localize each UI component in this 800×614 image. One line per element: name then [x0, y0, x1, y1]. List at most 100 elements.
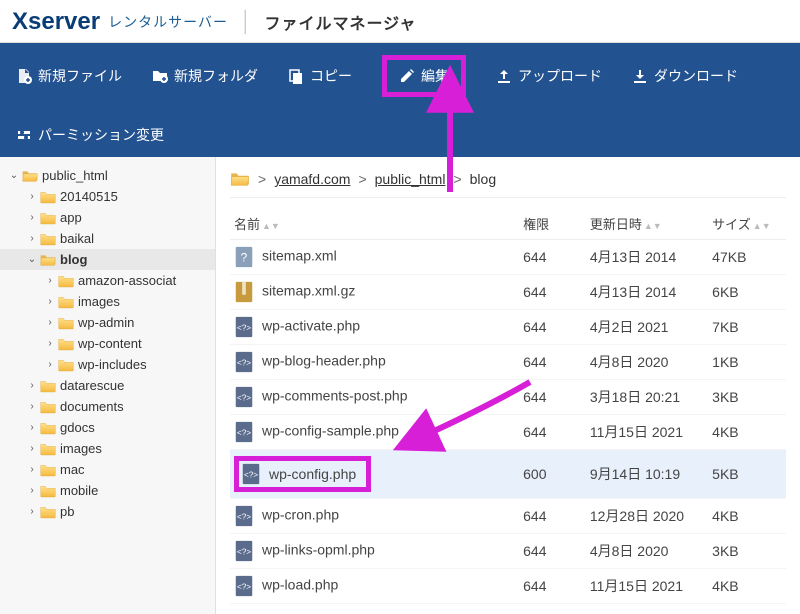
tree-item-images[interactable]: ›images — [0, 438, 215, 459]
file-name: wp-blog-header.php — [262, 353, 386, 369]
edit-button[interactable]: 編集 — [382, 55, 466, 97]
table-row[interactable]: wp-links-opml.php6444月8日 20203KB — [230, 534, 786, 569]
breadcrumb-root-icon[interactable] — [230, 171, 250, 187]
chevron-icon: › — [26, 401, 38, 412]
download-button[interactable]: ダウンロード — [632, 66, 738, 86]
chevron-icon: ⌄ — [26, 254, 38, 265]
cell-perm: 644 — [519, 240, 586, 275]
file-name: sitemap.xml.gz — [262, 283, 355, 299]
table-row[interactable]: wp-cron.php64412月28日 20204KB — [230, 499, 786, 534]
cell-size: 6KB — [708, 275, 786, 310]
tree-item-blog[interactable]: ⌄blog — [0, 249, 215, 270]
cell-date: 9月14日 10:19 — [586, 450, 708, 499]
cell-perm: 644 — [519, 380, 586, 415]
tree-item-pb[interactable]: ›pb — [0, 501, 215, 522]
file-name: wp-config.php — [269, 466, 356, 482]
chevron-icon: › — [26, 233, 38, 244]
copy-label: コピー — [310, 66, 352, 86]
tree-item-images[interactable]: ›images — [0, 291, 215, 312]
tree-item-mobile[interactable]: ›mobile — [0, 480, 215, 501]
folder-icon — [58, 316, 74, 330]
folder-icon — [58, 337, 74, 351]
breadcrumb-link-1[interactable]: public_html — [375, 171, 446, 187]
cell-name: sitemap.xml.gz — [230, 275, 519, 310]
cell-size: 3KB — [708, 380, 786, 415]
tree-item-label: 20140515 — [60, 189, 118, 204]
copy-button[interactable]: コピー — [288, 66, 352, 86]
cell-date: 4月13日 2014 — [586, 275, 708, 310]
folder-icon — [58, 358, 74, 372]
folder-icon — [40, 190, 56, 204]
tree-item-mac[interactable]: ›mac — [0, 459, 215, 480]
download-icon — [632, 68, 648, 84]
table-row[interactable]: sitemap.xml.gz6444月13日 20146KB — [230, 275, 786, 310]
table-row[interactable]: wp-config-sample.php64411月15日 20214KB — [230, 415, 786, 450]
file-name: wp-links-opml.php — [262, 542, 375, 558]
cell-perm: 644 — [519, 415, 586, 450]
tree-item-label: mac — [60, 462, 85, 477]
chevron-icon: › — [26, 422, 38, 433]
cell-perm: 644 — [519, 499, 586, 534]
file-icon — [234, 246, 254, 268]
download-label: ダウンロード — [654, 66, 738, 86]
table-row[interactable]: sitemap.xml6444月13日 201447KB — [230, 240, 786, 275]
file-name: wp-cron.php — [262, 507, 339, 523]
file-icon — [241, 463, 261, 485]
table-row[interactable]: wp-blog-header.php6444月8日 20201KB — [230, 345, 786, 380]
cell-name: sitemap.xml — [230, 240, 519, 275]
file-icon — [234, 351, 254, 373]
cell-name: wp-activate.php — [230, 310, 519, 345]
upload-button[interactable]: アップロード — [496, 66, 602, 86]
tree-item-label: public_html — [42, 168, 108, 183]
permission-button[interactable]: パーミッション変更 — [16, 125, 784, 145]
tree-item-baikal[interactable]: ›baikal — [0, 228, 215, 249]
tree-item-public_html[interactable]: ⌄public_html — [0, 165, 215, 186]
breadcrumb-link-0[interactable]: yamafd.com — [274, 171, 350, 187]
tree-item-20140515[interactable]: › 20140515 — [0, 186, 215, 207]
file-table: 名前▲▼ 権限 更新日時▲▼ サイズ▲▼ sitemap.xml6444月13日… — [230, 208, 786, 604]
breadcrumb-sep: > — [258, 171, 266, 187]
new-file-icon — [16, 68, 32, 84]
new-file-button[interactable]: 新規ファイル — [16, 66, 122, 86]
col-name[interactable]: 名前▲▼ — [230, 208, 519, 240]
cell-perm: 644 — [519, 534, 586, 569]
col-size[interactable]: サイズ▲▼ — [708, 208, 786, 240]
tree-item-amazon-associat[interactable]: ›amazon-associat — [0, 270, 215, 291]
folder-icon — [58, 295, 74, 309]
table-row[interactable]: wp-activate.php6444月2日 20217KB — [230, 310, 786, 345]
tree-item-label: wp-content — [78, 336, 142, 351]
chevron-icon: › — [26, 191, 38, 202]
folder-icon — [40, 211, 56, 225]
chevron-icon: › — [44, 275, 56, 286]
table-row[interactable]: wp-config.php6009月14日 10:195KB — [230, 450, 786, 499]
file-name: wp-load.php — [262, 577, 338, 593]
cell-name: wp-blog-header.php — [230, 345, 519, 380]
tree-item-datarescue[interactable]: ›datarescue — [0, 375, 215, 396]
file-name: wp-config-sample.php — [262, 423, 399, 439]
tree-item-documents[interactable]: ›documents — [0, 396, 215, 417]
file-icon — [234, 386, 254, 408]
file-icon — [234, 281, 254, 303]
cell-date: 4月13日 2014 — [586, 240, 708, 275]
new-folder-button[interactable]: 新規フォルダ — [152, 66, 258, 86]
tree-item-label: wp-includes — [78, 357, 147, 372]
tree-item-wp-content[interactable]: ›wp-content — [0, 333, 215, 354]
chevron-icon: › — [26, 485, 38, 496]
toolbar: 新規ファイル 新規フォルダ コピー 編集 アップロード ダウンロード パーミッシ… — [0, 43, 800, 157]
file-icon — [234, 505, 254, 527]
table-row[interactable]: wp-load.php64411月15日 20214KB — [230, 569, 786, 604]
file-name: wp-comments-post.php — [262, 388, 408, 404]
col-perm[interactable]: 権限 — [519, 208, 586, 240]
folder-icon — [40, 484, 56, 498]
col-date[interactable]: 更新日時▲▼ — [586, 208, 708, 240]
folder-icon — [40, 253, 56, 267]
tree-item-wp-includes[interactable]: ›wp-includes — [0, 354, 215, 375]
tree-item-gdocs[interactable]: ›gdocs — [0, 417, 215, 438]
cell-date: 4月8日 2020 — [586, 534, 708, 569]
folder-icon — [40, 505, 56, 519]
tree-item-app[interactable]: ›app — [0, 207, 215, 228]
tree-item-wp-admin[interactable]: ›wp-admin — [0, 312, 215, 333]
tree-item-label: app — [60, 210, 82, 225]
table-row[interactable]: wp-comments-post.php6443月18日 20:213KB — [230, 380, 786, 415]
cell-name: wp-links-opml.php — [230, 534, 519, 569]
